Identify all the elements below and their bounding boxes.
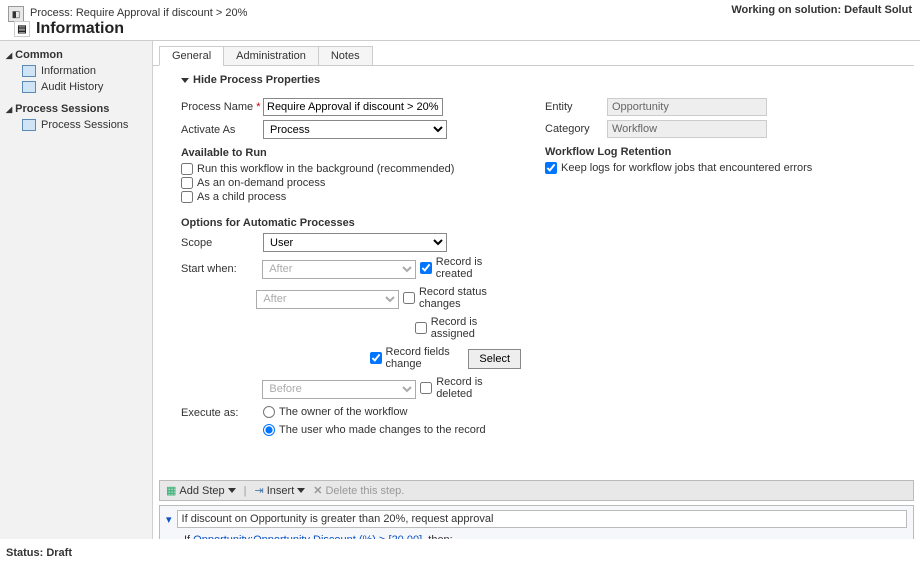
start-when-label: Start when: — [181, 263, 262, 275]
caret-down-icon — [228, 488, 236, 493]
delete-icon: ✕ — [313, 484, 322, 497]
page-title: Information — [36, 20, 124, 38]
start-when-before-select-2[interactable]: After — [256, 290, 399, 309]
sidebar-group-sessions[interactable]: ◢Process Sessions — [0, 101, 152, 117]
insert-icon: ⇥ — [255, 484, 264, 497]
plus-icon: ▦ — [166, 484, 176, 497]
record-created-checkbox[interactable]: Record is created — [420, 256, 521, 280]
process-name-input[interactable] — [263, 98, 443, 116]
scope-label: Scope — [181, 237, 263, 249]
if-condition-line: If Opportunity:Opportunity Discount (%) … — [184, 534, 907, 539]
category-label: Category — [545, 123, 607, 135]
tab-administration[interactable]: Administration — [223, 46, 319, 66]
step-caret-icon[interactable]: ▾ — [166, 513, 172, 526]
category-field: Workflow — [607, 120, 767, 138]
sessions-icon — [22, 119, 36, 131]
tab-notes[interactable]: Notes — [318, 46, 373, 66]
caret-down-icon — [181, 78, 189, 83]
log-retention-head: Workflow Log Retention — [545, 146, 905, 158]
activate-as-select[interactable]: Process — [263, 120, 447, 139]
options-head: Options for Automatic Processes — [181, 217, 521, 229]
record-status-checkbox[interactable]: Record status changes — [403, 286, 521, 310]
process-name-label: Process Name — [181, 101, 253, 113]
run-background-checkbox[interactable]: Run this workflow in the background (rec… — [181, 163, 521, 175]
on-demand-checkbox[interactable]: As an on-demand process — [181, 177, 521, 189]
insert-button[interactable]: ⇥Insert — [255, 484, 306, 497]
record-fields-change-checkbox[interactable]: Record fields change — [370, 346, 463, 370]
hide-process-properties-toggle[interactable]: Hide Process Properties — [181, 74, 910, 86]
collapse-icon: ◢ — [6, 51, 12, 60]
sidebar-item-audit-history[interactable]: Audit History — [0, 79, 152, 95]
info-icon — [22, 65, 36, 77]
child-process-checkbox[interactable]: As a child process — [181, 191, 521, 203]
start-when-after-select[interactable]: Before — [262, 380, 416, 399]
execute-as-user-radio[interactable]: The user who made changes to the record — [263, 424, 486, 436]
step-container: ▾ If discount on Opportunity is greater … — [159, 505, 914, 539]
sidebar: ◢Common Information Audit History ◢Proce… — [0, 41, 153, 539]
status-bar: Status: Draft — [0, 545, 920, 561]
if-condition-link[interactable]: Opportunity:Opportunity Discount (%) > [… — [193, 534, 422, 539]
collapse-icon: ◢ — [6, 105, 12, 114]
separator: | — [244, 485, 247, 497]
process-label: Process: Require Approval if discount > … — [30, 7, 247, 19]
execute-as-label: Execute as: — [181, 407, 263, 419]
execute-as-owner-radio[interactable]: The owner of the workflow — [263, 406, 407, 418]
delete-step-button[interactable]: ✕Delete this step. — [313, 484, 404, 497]
entity-label: Entity — [545, 101, 607, 113]
available-to-run-head: Available to Run — [181, 147, 521, 159]
steps-toolbar: ▦Add Step | ⇥Insert ✕Delete this step. — [159, 480, 914, 501]
scope-select[interactable]: User — [263, 233, 447, 252]
caret-down-icon — [297, 488, 305, 493]
record-deleted-checkbox[interactable]: Record is deleted — [420, 376, 521, 400]
add-step-button[interactable]: ▦Add Step — [166, 484, 236, 497]
activate-as-label: Activate As — [181, 124, 263, 136]
solution-label: Working on solution: Default Solut — [731, 4, 912, 16]
information-icon: ▤ — [14, 21, 30, 37]
entity-field: Opportunity — [607, 98, 767, 116]
keep-logs-checkbox[interactable]: Keep logs for workflow jobs that encount… — [545, 162, 905, 174]
start-when-before-select-1[interactable]: After — [262, 260, 416, 279]
process-header-icon: ◧ — [8, 6, 24, 22]
sidebar-item-information[interactable]: Information — [0, 63, 152, 79]
select-fields-button[interactable]: Select — [468, 349, 521, 369]
sidebar-item-process-sessions[interactable]: Process Sessions — [0, 117, 152, 133]
record-assigned-checkbox[interactable]: Record is assigned — [415, 316, 521, 340]
tab-general[interactable]: General — [159, 46, 224, 66]
step-description-input[interactable]: If discount on Opportunity is greater th… — [177, 510, 907, 528]
sidebar-group-common[interactable]: ◢Common — [0, 47, 152, 63]
required-indicator: * — [256, 101, 260, 113]
audit-icon — [22, 81, 36, 93]
